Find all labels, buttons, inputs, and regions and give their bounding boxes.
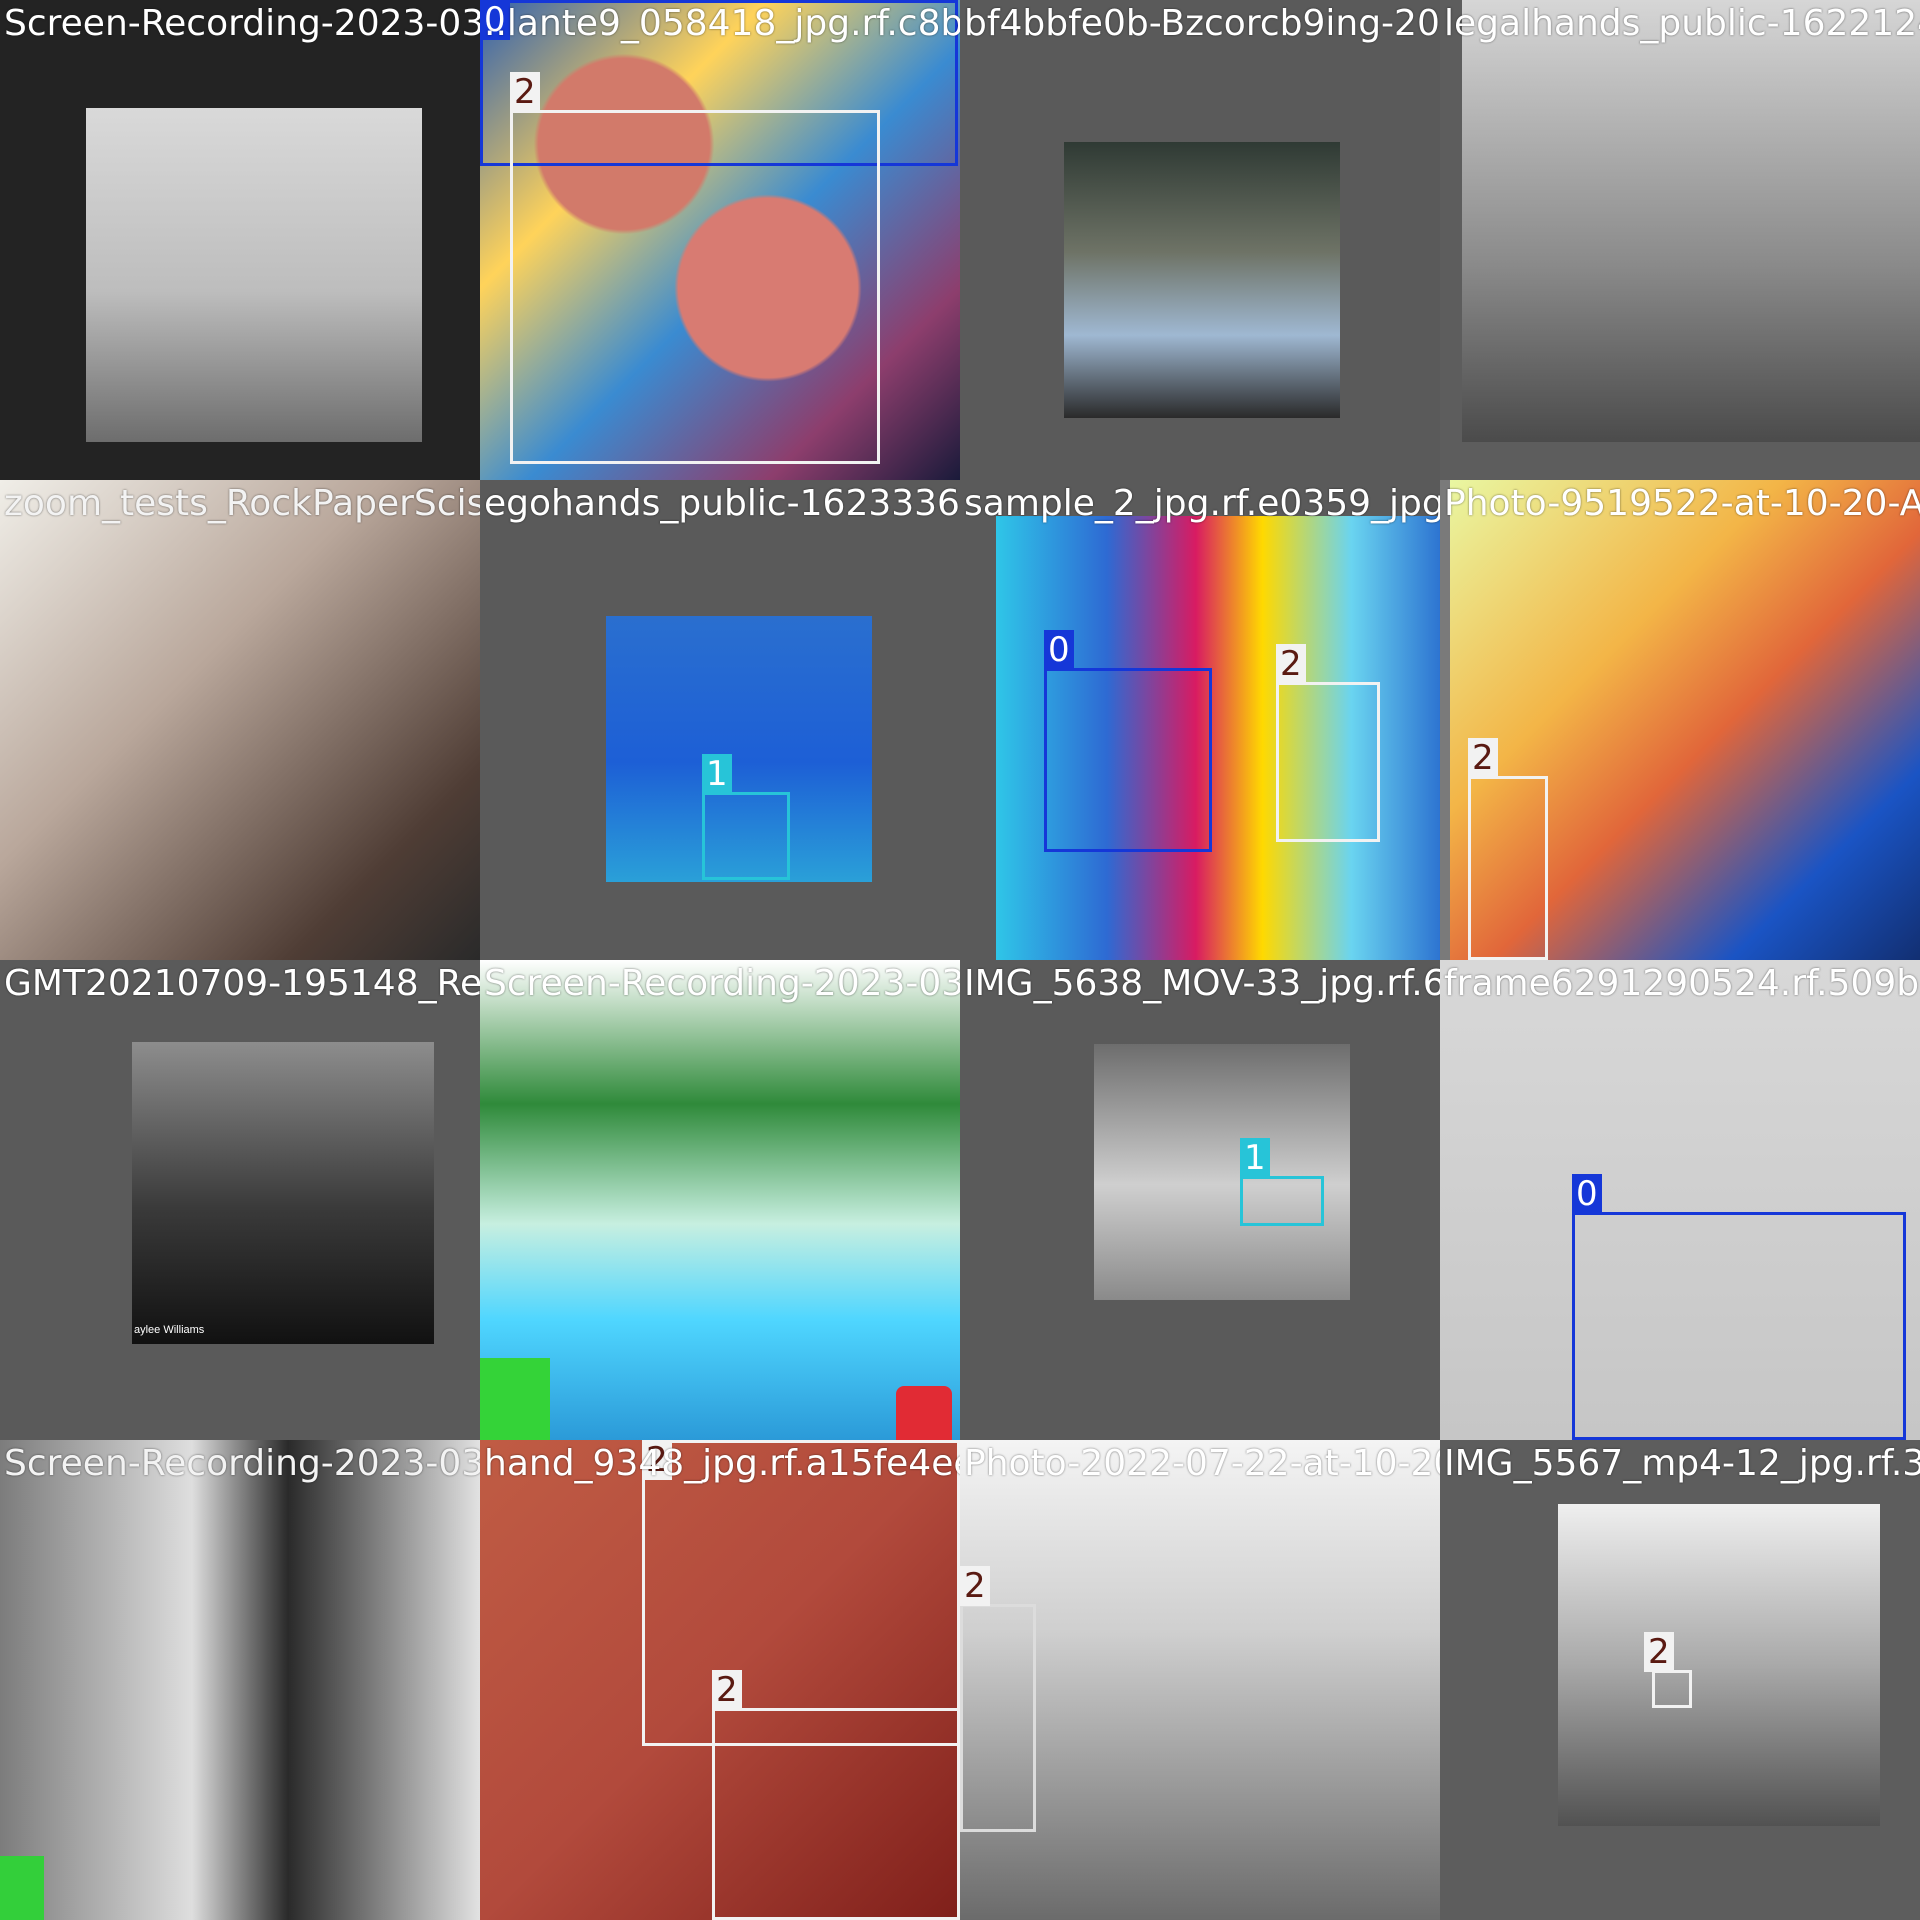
tile-3: bf4bbfe0b-Bzcorcb9ing-2023-03- — [960, 0, 1440, 480]
bbox-label: 0 — [1572, 1174, 1602, 1214]
bbox-label: 2 — [1468, 738, 1498, 778]
tile-11: 1 IMG_5638_MOV-33_jpg.rf.6 — [960, 960, 1440, 1440]
bbox-label: 1 — [1240, 1138, 1270, 1178]
game-indicator-right — [896, 1386, 952, 1440]
tile-image — [1094, 1044, 1350, 1300]
tile-7: 0 2 sample_2_jpg.rf.e0359_jpg.rf.e4 — [960, 480, 1440, 960]
tile-filename: Screen-Recording-2023-03- — [4, 3, 480, 44]
tile-14: 2 2 hand_9348_jpg.rf.a15fe4eeb53 — [480, 1440, 960, 1920]
tile-image — [0, 480, 480, 960]
bbox-label: 1 — [702, 754, 732, 794]
tile-image — [86, 108, 422, 442]
tile-filename: IMG_5638_MOV-33_jpg.rf.6 — [964, 963, 1440, 1004]
bbox-label: 2 — [510, 72, 540, 112]
bbox-label: 2 — [1276, 644, 1306, 684]
tile-1: Screen-Recording-2023-03- — [0, 0, 480, 480]
tile-filename: bf4bbfe0b-Bzcorcb9ing-2023-03- — [964, 3, 1440, 44]
tile-10: Screen-Recording-2023-03- — [480, 960, 960, 1440]
tile-image — [1558, 1504, 1880, 1826]
bbox-label: 2 — [712, 1670, 742, 1710]
tile-16: 2 IMG_5567_mp4-12_jpg.rf.36 — [1440, 1440, 1920, 1920]
tile-filename: GMT20210709-195148_Recording — [4, 963, 480, 1004]
bbox-class-0 — [1044, 668, 1212, 852]
tile-filename: egohands_public-162333639647 — [484, 483, 960, 524]
tile-2: 0 2 ..lante9_058418_jpg.rf.c8bdd54 — [480, 0, 960, 480]
bbox-label: 0 — [480, 0, 510, 40]
tile-4: legalhands_public-162212424 — [1440, 0, 1920, 480]
bbox-label: 2 — [1644, 1632, 1674, 1672]
bbox-label: 2 — [642, 1440, 672, 1480]
bbox-class-2 — [510, 110, 880, 464]
tile-5: zoom_tests_RockPaperScissors — [0, 480, 480, 960]
bbox-class-2 — [642, 1440, 960, 1746]
tile-image — [0, 1440, 480, 1920]
tile-12: 0 frame6291290524.rf.509b36b8 — [1440, 960, 1920, 1440]
bbox-label: 0 — [1044, 630, 1074, 670]
tile-15: 2 Photo-2022-07-22-at-10-20-AM — [960, 1440, 1440, 1920]
tile-image — [480, 960, 960, 1440]
bbox-class-2 — [1652, 1670, 1692, 1708]
tile-13: Screen-Recording-2023-03- — [0, 1440, 480, 1920]
bbox-label: 2 — [960, 1566, 990, 1606]
game-indicator-left — [0, 1856, 44, 1920]
bbox-class-1 — [1240, 1176, 1324, 1226]
tile-image — [1462, 0, 1920, 442]
tile-image — [1064, 142, 1340, 418]
tile-9: aylee Williams GMT20210709-195148_Record… — [0, 960, 480, 1440]
bbox-class-2 — [1468, 776, 1548, 960]
bbox-class-0 — [1572, 1212, 1906, 1440]
tile-filename: IMG_5567_mp4-12_jpg.rf.36 — [1444, 1443, 1920, 1484]
mosaic-grid: Screen-Recording-2023-03- 0 2 ..lante9_0… — [0, 0, 1920, 1920]
game-indicator-left — [480, 1358, 550, 1440]
bbox-class-2 — [712, 1708, 960, 1920]
bbox-class-2 — [960, 1604, 1036, 1832]
tile-image — [132, 1042, 434, 1344]
tile-8: 2 Photo-9519522-at-10-20-A — [1440, 480, 1920, 960]
tile-6: 1 egohands_public-162333639647 — [480, 480, 960, 960]
bbox-class-2 — [1276, 682, 1380, 842]
video-caption: aylee Williams — [134, 1324, 205, 1336]
bbox-class-1 — [702, 792, 790, 880]
